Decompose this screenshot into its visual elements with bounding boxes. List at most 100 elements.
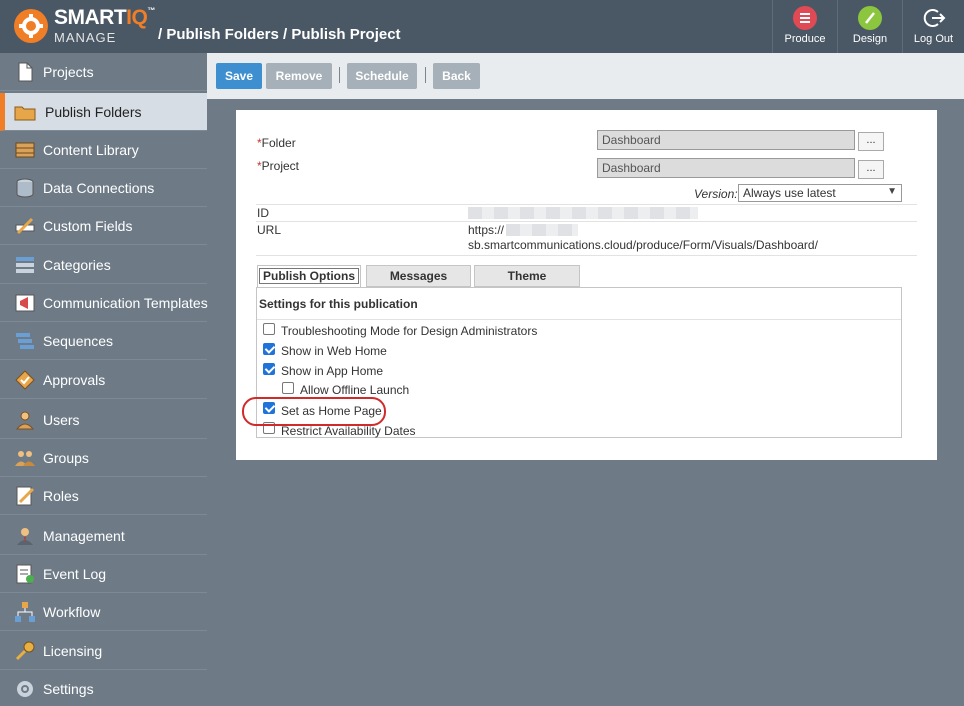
- project-label: *Project: [257, 159, 300, 173]
- sidebar-item-label: Event Log: [43, 566, 107, 582]
- sidebar-item-label: Content Library: [43, 142, 139, 158]
- sidebar-item-roles[interactable]: Roles: [0, 477, 207, 515]
- user-icon: [15, 411, 35, 430]
- sidebar-item-label: Data Connections: [43, 180, 155, 196]
- sidebar-item-label: Management: [43, 528, 125, 544]
- sidebar-item-label: Roles: [43, 488, 79, 504]
- sidebar-item-event-log[interactable]: Event Log: [0, 555, 207, 593]
- design-button[interactable]: Design: [837, 0, 902, 53]
- folder-field[interactable]: Dashboard: [597, 130, 855, 150]
- chevron-down-icon: ▼: [887, 186, 897, 197]
- allow-offline-checkbox[interactable]: [282, 382, 294, 394]
- redacted-id: [468, 207, 698, 219]
- sidebar-item-categories[interactable]: Categories: [0, 246, 207, 284]
- produce-label: Produce: [784, 33, 826, 45]
- smartiq-logo[interactable]: SMARTIQ™ MANAGE: [10, 6, 160, 48]
- logout-label: Log Out: [913, 33, 954, 45]
- groups-icon: [15, 451, 35, 466]
- categories-icon: [16, 257, 34, 273]
- allow-offline-label: Allow Offline Launch: [300, 383, 410, 397]
- restrict-dates-label: Restrict Availability Dates: [281, 424, 416, 438]
- pencil-icon: [858, 6, 882, 30]
- sidebar: Projects Publish Folders Content Library…: [0, 53, 208, 706]
- show-web-home-label: Show in Web Home: [281, 344, 387, 358]
- sidebar-item-label: Sequences: [43, 333, 114, 349]
- sidebar-item-data-connections[interactable]: Data Connections: [0, 169, 207, 207]
- roles-icon: [16, 486, 35, 506]
- database-icon: [16, 178, 34, 198]
- sidebar-item-workflow[interactable]: Workflow: [0, 593, 207, 631]
- top-header: SMARTIQ™ MANAGE / Publish Folders / Publ…: [0, 0, 964, 53]
- document-icon: [18, 62, 33, 82]
- design-label: Design: [852, 33, 888, 45]
- custom-fields-icon: [15, 217, 35, 235]
- sidebar-item-custom-fields[interactable]: Custom Fields: [0, 207, 207, 245]
- id-label: ID: [257, 206, 269, 220]
- sidebar-item-label: Workflow: [43, 604, 101, 620]
- schedule-button[interactable]: Schedule: [347, 63, 417, 89]
- project-browse-button[interactable]: ...: [858, 160, 884, 179]
- library-icon: [15, 142, 35, 158]
- sidebar-item-groups[interactable]: Groups: [0, 439, 207, 477]
- sidebar-item-label: Categories: [43, 257, 111, 273]
- sidebar-item-label: Licensing: [43, 643, 103, 659]
- tab-theme[interactable]: Theme: [474, 265, 580, 287]
- sidebar-item-label: Publish Folders: [45, 104, 142, 120]
- sidebar-item-approvals[interactable]: Approvals: [0, 361, 207, 399]
- troubleshooting-checkbox[interactable]: [263, 323, 275, 335]
- logout-button[interactable]: Log Out: [902, 0, 964, 53]
- version-select[interactable]: Always use latest ▼: [738, 184, 902, 202]
- show-app-home-checkbox[interactable]: [263, 363, 275, 375]
- sidebar-item-sequences[interactable]: Sequences: [0, 322, 207, 360]
- troubleshooting-label: Troubleshooting Mode for Design Administ…: [281, 324, 538, 338]
- folder-icon: [14, 106, 36, 121]
- sidebar-item-label: Approvals: [43, 372, 106, 388]
- gear-logo-icon: [14, 9, 48, 43]
- sidebar-item-label: Users: [43, 412, 80, 428]
- logout-icon: [922, 6, 946, 30]
- url-line-1: https://: [468, 223, 505, 237]
- divider: [257, 319, 901, 320]
- project-field[interactable]: Dashboard: [597, 158, 855, 178]
- url-line-2: sb.smartcommunications.cloud/produce/For…: [468, 238, 818, 252]
- save-button[interactable]: Save: [216, 63, 262, 89]
- sidebar-item-projects[interactable]: Projects: [0, 53, 207, 91]
- sidebar-item-content-library[interactable]: Content Library: [0, 131, 207, 169]
- back-button[interactable]: Back: [433, 63, 480, 89]
- sidebar-item-label: Groups: [43, 450, 89, 466]
- version-select-value: Always use latest: [743, 186, 836, 200]
- sidebar-item-label: Settings: [43, 681, 94, 697]
- divider: [256, 255, 917, 256]
- workflow-icon: [15, 602, 35, 622]
- divider: [256, 204, 917, 205]
- produce-button[interactable]: Produce: [772, 0, 837, 53]
- key-icon: [15, 641, 35, 661]
- toolbar-divider: [339, 67, 340, 83]
- tab-messages[interactable]: Messages: [366, 265, 471, 287]
- approvals-icon: [15, 370, 35, 390]
- sidebar-item-label: Projects: [43, 64, 94, 80]
- divider: [256, 221, 917, 222]
- toolbar: Save Remove Schedule Back: [207, 53, 964, 99]
- sidebar-item-label: Custom Fields: [43, 218, 133, 234]
- show-app-home-label: Show in App Home: [281, 364, 384, 378]
- sidebar-item-publish-folders[interactable]: Publish Folders: [0, 93, 207, 131]
- breadcrumb: / Publish Folders / Publish Project: [158, 26, 401, 43]
- sidebar-item-communication-templates[interactable]: Communication Templates: [0, 284, 208, 322]
- redacted-url: [506, 224, 578, 236]
- folder-label: *Folder: [257, 136, 296, 150]
- tab-label: Publish Options: [259, 268, 359, 284]
- sidebar-item-management[interactable]: Management: [0, 517, 207, 555]
- toolbar-divider: [425, 67, 426, 83]
- sidebar-item-settings[interactable]: Settings: [0, 670, 207, 706]
- event-log-icon: [16, 564, 34, 584]
- logo-text: SMARTIQ™: [54, 6, 155, 29]
- sidebar-item-users[interactable]: Users: [0, 401, 207, 439]
- communication-icon: [15, 294, 35, 312]
- sidebar-item-licensing[interactable]: Licensing: [0, 632, 207, 670]
- show-web-home-checkbox[interactable]: [263, 343, 275, 355]
- folder-browse-button[interactable]: ...: [858, 132, 884, 151]
- tab-publish-options[interactable]: Publish Options: [257, 265, 361, 287]
- remove-button[interactable]: Remove: [266, 63, 332, 89]
- gear-icon: [17, 681, 33, 697]
